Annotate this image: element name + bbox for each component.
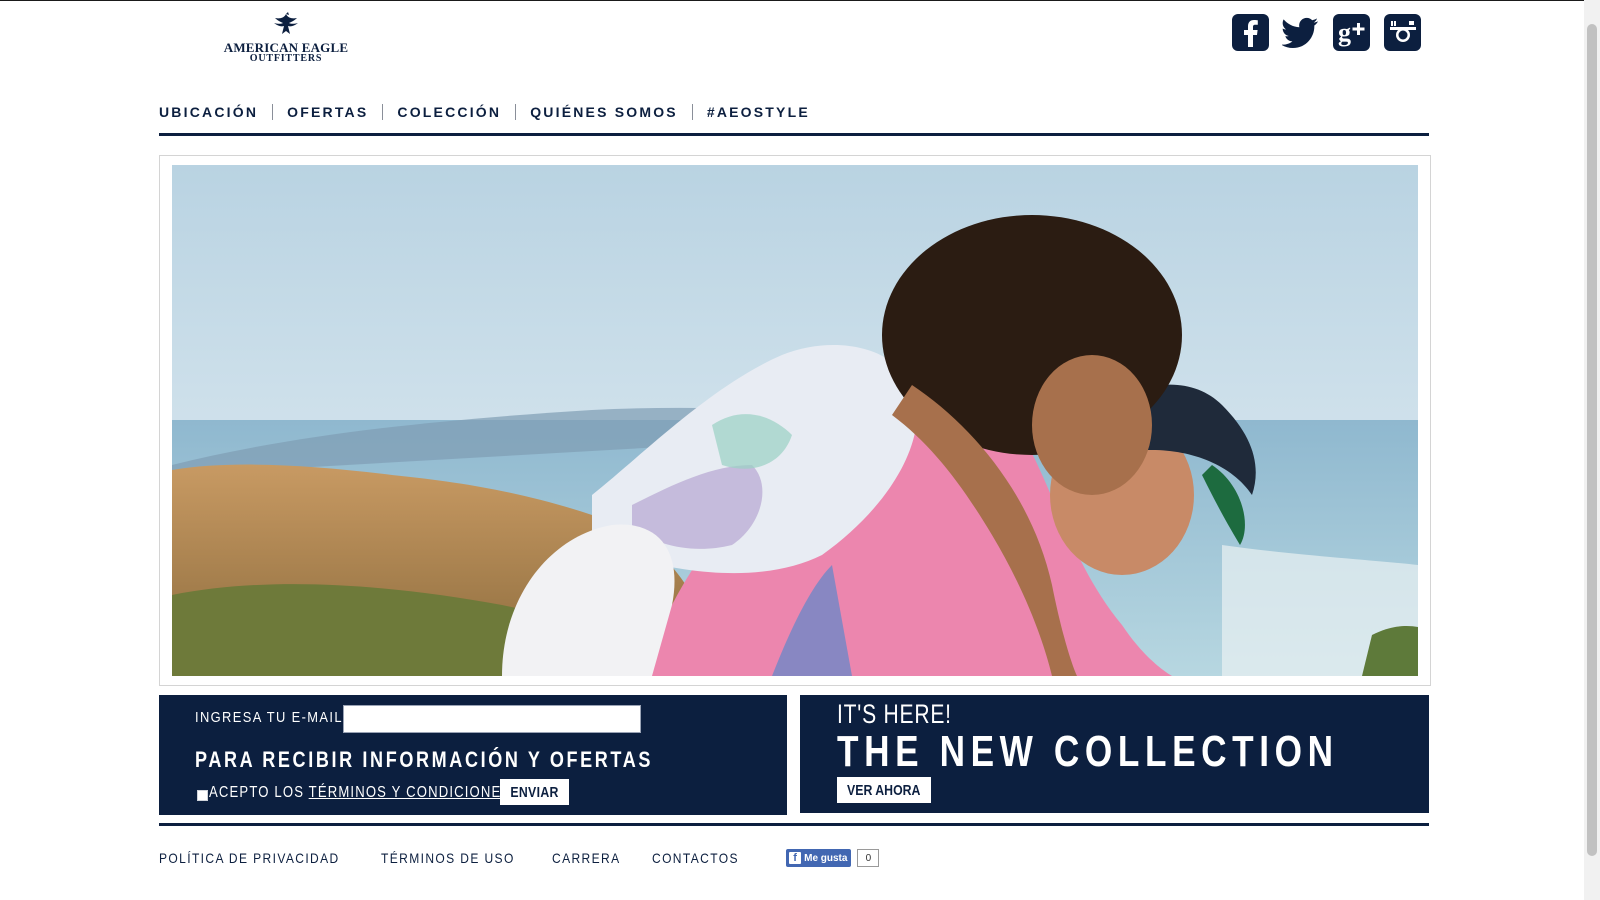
instagram-icon[interactable]: [1384, 14, 1421, 51]
footer-divider: [159, 823, 1429, 826]
twitter-icon[interactable]: [1282, 14, 1319, 51]
facebook-icon[interactable]: [1232, 14, 1269, 51]
window-top-border: [0, 0, 1600, 1]
promo-headline: THE NEW COLLECTION: [837, 727, 1339, 776]
newsletter-panel: INGRESA TU E-MAIL PARA RECIBIR INFORMACI…: [159, 695, 787, 815]
terms-checkbox[interactable]: [197, 790, 208, 801]
hero-photo-illustration: [172, 165, 1418, 676]
main-nav: UBICACIÓN OFERTAS COLECCIÓN QUIÉNES SOMO…: [159, 102, 824, 122]
email-field[interactable]: [343, 705, 641, 733]
view-now-label: VER AHORA: [847, 781, 921, 799]
facebook-like-label: Me gusta: [804, 852, 848, 864]
nav-item-ubicacion[interactable]: UBICACIÓN: [159, 104, 272, 120]
nav-item-quienes-somos[interactable]: QUIÉNES SOMOS: [515, 104, 692, 120]
nav-item-coleccion[interactable]: COLECCIÓN: [382, 104, 515, 120]
facebook-like-count: 0: [857, 849, 880, 867]
page-scrollbar[interactable]: [1584, 0, 1600, 900]
send-button[interactable]: ENVIAR: [500, 779, 569, 805]
footer-link-contacts[interactable]: CONTACTOS: [652, 850, 739, 866]
promo-kicker: IT'S HERE!: [837, 699, 952, 729]
hero-image[interactable]: [172, 165, 1418, 676]
nav-divider: [159, 133, 1429, 136]
terms-link[interactable]: TÉRMINOS Y CONDICIONES: [309, 784, 512, 801]
twitter-glyph: [1282, 17, 1319, 48]
facebook-glyph: [1243, 19, 1258, 47]
eagle-icon: [274, 12, 298, 34]
facebook-like-button[interactable]: f Me gusta: [786, 849, 852, 867]
email-label: INGRESA TU E-MAIL: [195, 709, 343, 726]
terms-text: ACEPTO LOS TÉRMINOS Y CONDICIONES.: [209, 784, 516, 802]
brand-subname: OUTFITTERS: [249, 53, 323, 64]
view-now-button[interactable]: VER AHORA: [837, 777, 931, 803]
footer-link-privacy[interactable]: POLÍTICA DE PRIVACIDAD: [159, 850, 340, 866]
footer-link-careers[interactable]: CARRERA: [552, 850, 621, 866]
collection-promo-panel: IT'S HERE! THE NEW COLLECTION VER AHORA: [800, 695, 1429, 813]
nav-item-aeostyle[interactable]: #AEOSTYLE: [691, 104, 824, 120]
google-plus-icon[interactable]: g: [1333, 14, 1370, 51]
footer-nav: POLÍTICA DE PRIVACIDAD TÉRMINOS DE USO C…: [159, 849, 880, 867]
newsletter-heading: PARA RECIBIR INFORMACIÓN Y OFERTAS: [195, 747, 654, 772]
svg-text:g: g: [1338, 18, 1351, 47]
send-button-label: ENVIAR: [510, 783, 559, 801]
terms-prefix: ACEPTO LOS: [209, 784, 309, 801]
google-plus-glyph: g: [1338, 18, 1364, 47]
nav-item-ofertas[interactable]: OFERTAS: [272, 104, 382, 120]
brand-logo[interactable]: AMERICAN EAGLE OUTFITTERS: [221, 12, 351, 68]
footer-link-terms[interactable]: TÉRMINOS DE USO: [381, 850, 515, 866]
instagram-glyph: [1389, 20, 1416, 42]
facebook-like-widget: f Me gusta 0: [786, 849, 880, 867]
facebook-like-icon: f: [789, 852, 802, 864]
scrollbar-thumb[interactable]: [1587, 24, 1597, 856]
